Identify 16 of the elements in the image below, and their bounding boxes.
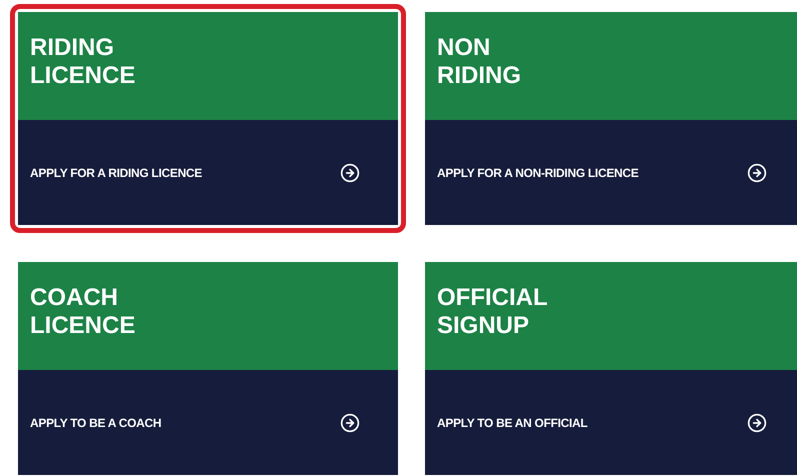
card-title: OFFICIAL SIGNUP	[437, 284, 548, 340]
arrow-right-icon	[747, 162, 767, 182]
action-label: APPLY TO BE AN OFFICIAL	[437, 414, 588, 432]
action-label: APPLY FOR A RIDING LICENCE	[30, 164, 202, 182]
arrow-right-icon	[340, 162, 360, 182]
licence-card[interactable]: COACH LICENCE APPLY TO BE A COACH	[18, 262, 398, 475]
action-label: APPLY TO BE A COACH	[30, 414, 162, 432]
arrow-right-icon	[747, 412, 767, 432]
card-title: RIDING LICENCE	[30, 34, 136, 90]
action-label: APPLY FOR A NON-RIDING LICENCE	[437, 164, 638, 182]
licence-card[interactable]: NON RIDING APPLY FOR A NON-RIDING LICENCE	[425, 12, 797, 225]
card-title: COACH LICENCE	[30, 284, 136, 340]
licence-card[interactable]: RIDING LICENCE APPLY FOR A RIDING LICENCE	[10, 4, 406, 233]
licence-card[interactable]: OFFICIAL SIGNUP APPLY TO BE AN OFFICIAL	[425, 262, 797, 475]
arrow-right-icon	[340, 412, 360, 432]
card-title: NON RIDING	[437, 34, 521, 90]
